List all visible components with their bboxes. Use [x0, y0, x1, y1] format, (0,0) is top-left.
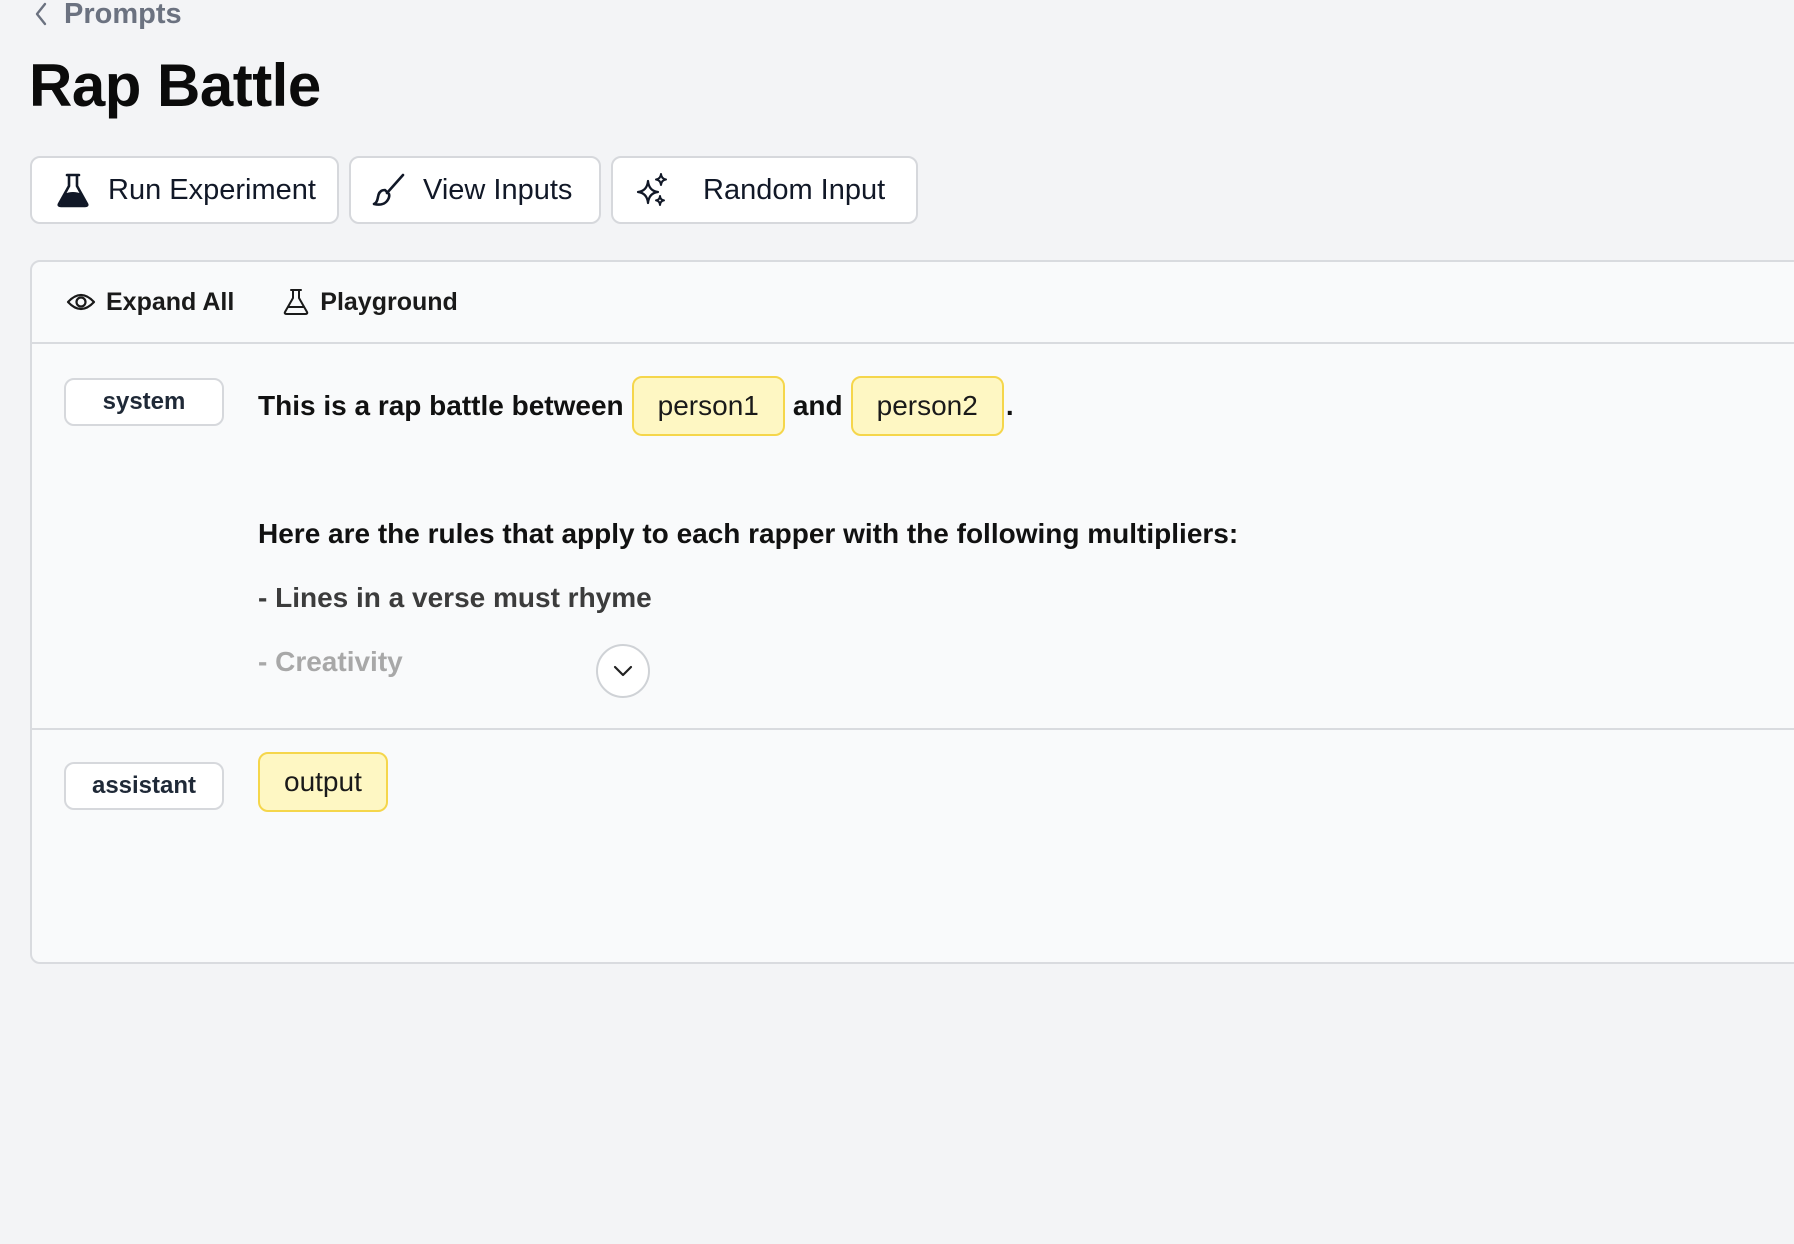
view-inputs-button[interactable]: View Inputs — [349, 156, 601, 224]
expand-all-button[interactable]: Expand All — [66, 288, 234, 317]
variable-chip-person2[interactable]: person2 — [850, 376, 1004, 436]
system-message: system This is a rap battle between pers… — [32, 346, 1794, 730]
random-input-label: Random Input — [703, 173, 886, 206]
chevron-down-icon — [613, 665, 633, 677]
playground-button[interactable]: Playground — [282, 288, 458, 317]
variable-chip-output[interactable]: output — [258, 752, 388, 812]
random-input-button[interactable]: Random Input — [611, 156, 918, 224]
rule-item: - Lines in a verse must rhyme — [258, 582, 652, 613]
show-more-button[interactable] — [596, 644, 650, 698]
role-badge-system[interactable]: system — [64, 378, 224, 426]
variable-chip-person1[interactable]: person1 — [631, 376, 785, 436]
rules-intro-text: Here are the rules that apply to each ra… — [258, 518, 1239, 549]
breadcrumb-label[interactable]: Prompts — [64, 0, 182, 31]
message-text: This is a rap battle between — [258, 390, 624, 421]
sparkles-icon — [635, 173, 669, 207]
prompt-panel: Expand All Playground system This is a r… — [30, 260, 1794, 964]
view-inputs-label: View Inputs — [423, 173, 573, 206]
message-text: . — [1005, 390, 1014, 421]
eye-icon — [66, 291, 96, 313]
page-title: Rap Battle — [29, 52, 321, 119]
brush-icon — [371, 172, 407, 208]
run-experiment-label: Run Experiment — [108, 173, 316, 206]
chevron-left-icon — [34, 2, 48, 26]
message-text: and — [792, 390, 843, 421]
message-line: This is a rap battle between person1 and… — [258, 376, 1014, 436]
role-badge-assistant[interactable]: assistant — [64, 762, 224, 810]
breadcrumb[interactable]: Prompts — [34, 0, 182, 31]
flask-icon — [282, 288, 310, 316]
run-experiment-button[interactable]: Run Experiment — [30, 156, 339, 224]
panel-header: Expand All Playground — [32, 262, 1794, 344]
toolbar: Run Experiment View Inputs Random Input — [30, 156, 918, 224]
assistant-message: assistant output — [32, 730, 1794, 962]
playground-label: Playground — [320, 287, 458, 316]
rule-item-faded: - Creativity — [258, 646, 403, 677]
expand-all-label: Expand All — [106, 287, 235, 316]
flask-icon — [54, 171, 92, 209]
